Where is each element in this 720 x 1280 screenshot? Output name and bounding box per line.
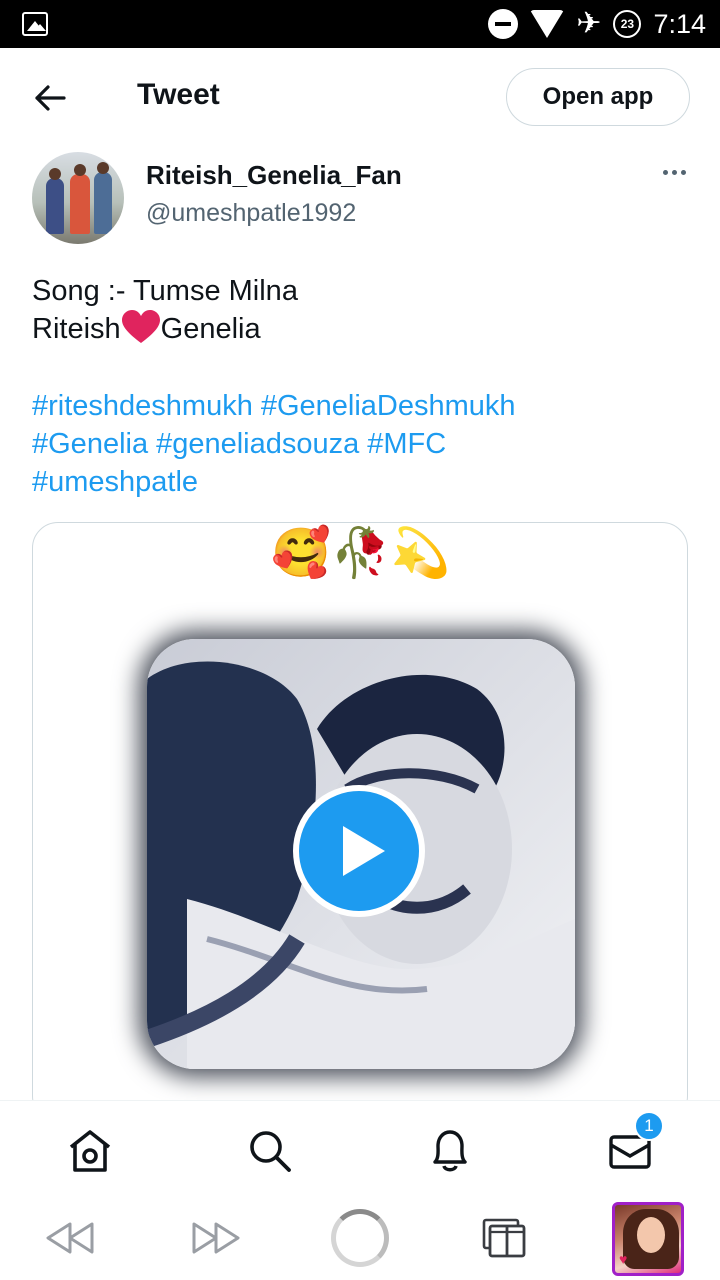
tweet-text-genelia: Genelia bbox=[160, 313, 261, 345]
play-button[interactable] bbox=[293, 785, 425, 917]
tweet-text: Song :- Tumse Milna Riteish Genelia bbox=[32, 272, 692, 348]
loading-spinner-icon bbox=[331, 1209, 389, 1267]
back-arrow-icon[interactable] bbox=[30, 78, 70, 118]
tweet-text-riteish: Riteish bbox=[32, 313, 121, 345]
small-heart-icon: ♥ bbox=[619, 1251, 628, 1267]
open-app-button[interactable]: Open app bbox=[506, 68, 690, 126]
rewind-icon bbox=[46, 1222, 94, 1254]
home-icon bbox=[69, 1130, 111, 1172]
hashtag-link[interactable]: #geneliadsouza bbox=[156, 428, 359, 460]
emoji-overlay: 🥰🥀💫 bbox=[271, 525, 451, 581]
loading-indicator[interactable] bbox=[330, 1209, 390, 1267]
author-display-name[interactable]: Riteish_Genelia_Fan bbox=[146, 160, 402, 191]
tweet-text-line-2: Riteish Genelia bbox=[32, 310, 692, 348]
bottom-tab-bar: 1 bbox=[0, 1100, 720, 1196]
do-not-disturb-icon bbox=[488, 9, 519, 39]
search-tab[interactable] bbox=[246, 1127, 294, 1175]
more-options-icon[interactable] bbox=[663, 170, 686, 175]
notifications-icon bbox=[433, 1130, 467, 1172]
wifi-icon bbox=[530, 10, 565, 38]
hashtag-link[interactable]: #MFC bbox=[367, 428, 446, 460]
fast-forward-button[interactable] bbox=[186, 1210, 246, 1266]
profile-thumbnail[interactable]: ♥ bbox=[612, 1202, 684, 1276]
tweet-text-line-1: Song :- Tumse Milna bbox=[32, 275, 298, 307]
status-bar: ✈ 23 7:14 bbox=[0, 0, 720, 48]
search-icon bbox=[250, 1131, 291, 1172]
red-heart-icon bbox=[121, 310, 161, 344]
tabs-icon bbox=[482, 1218, 526, 1258]
tabs-button[interactable] bbox=[474, 1210, 534, 1266]
fast-forward-icon bbox=[192, 1222, 240, 1254]
page-title: Tweet bbox=[137, 78, 220, 111]
rewind-button[interactable] bbox=[40, 1210, 100, 1266]
avatar[interactable] bbox=[32, 152, 124, 244]
clock: 7:14 bbox=[653, 8, 706, 39]
hashtag-link[interactable]: #umeshpatle bbox=[32, 466, 198, 498]
gallery-icon bbox=[22, 12, 48, 36]
author-handle[interactable]: @umeshpatle1992 bbox=[146, 199, 356, 228]
hashtag-link[interactable]: #Genelia bbox=[32, 428, 148, 460]
data-saver-icon: 23 bbox=[613, 10, 642, 38]
notifications-tab[interactable] bbox=[426, 1127, 474, 1175]
hashtag-link[interactable]: #GeneliaDeshmukh bbox=[261, 390, 516, 422]
home-tab[interactable] bbox=[66, 1127, 114, 1175]
play-icon bbox=[343, 826, 385, 876]
video-media-card[interactable]: 🥰🥀💫 bbox=[32, 522, 688, 1122]
top-app-bar: Tweet Open app bbox=[0, 48, 720, 148]
status-icons: ✈ 23 7:14 bbox=[488, 0, 706, 48]
messages-tab[interactable]: 1 bbox=[606, 1111, 664, 1175]
messages-badge: 1 bbox=[634, 1111, 664, 1141]
hashtag-list: #riteshdeshmukh #GeneliaDeshmukh #Genelia… bbox=[32, 387, 692, 501]
airplane-mode-icon: ✈ bbox=[576, 6, 602, 41]
hashtag-link[interactable]: #riteshdeshmukh bbox=[32, 390, 253, 422]
